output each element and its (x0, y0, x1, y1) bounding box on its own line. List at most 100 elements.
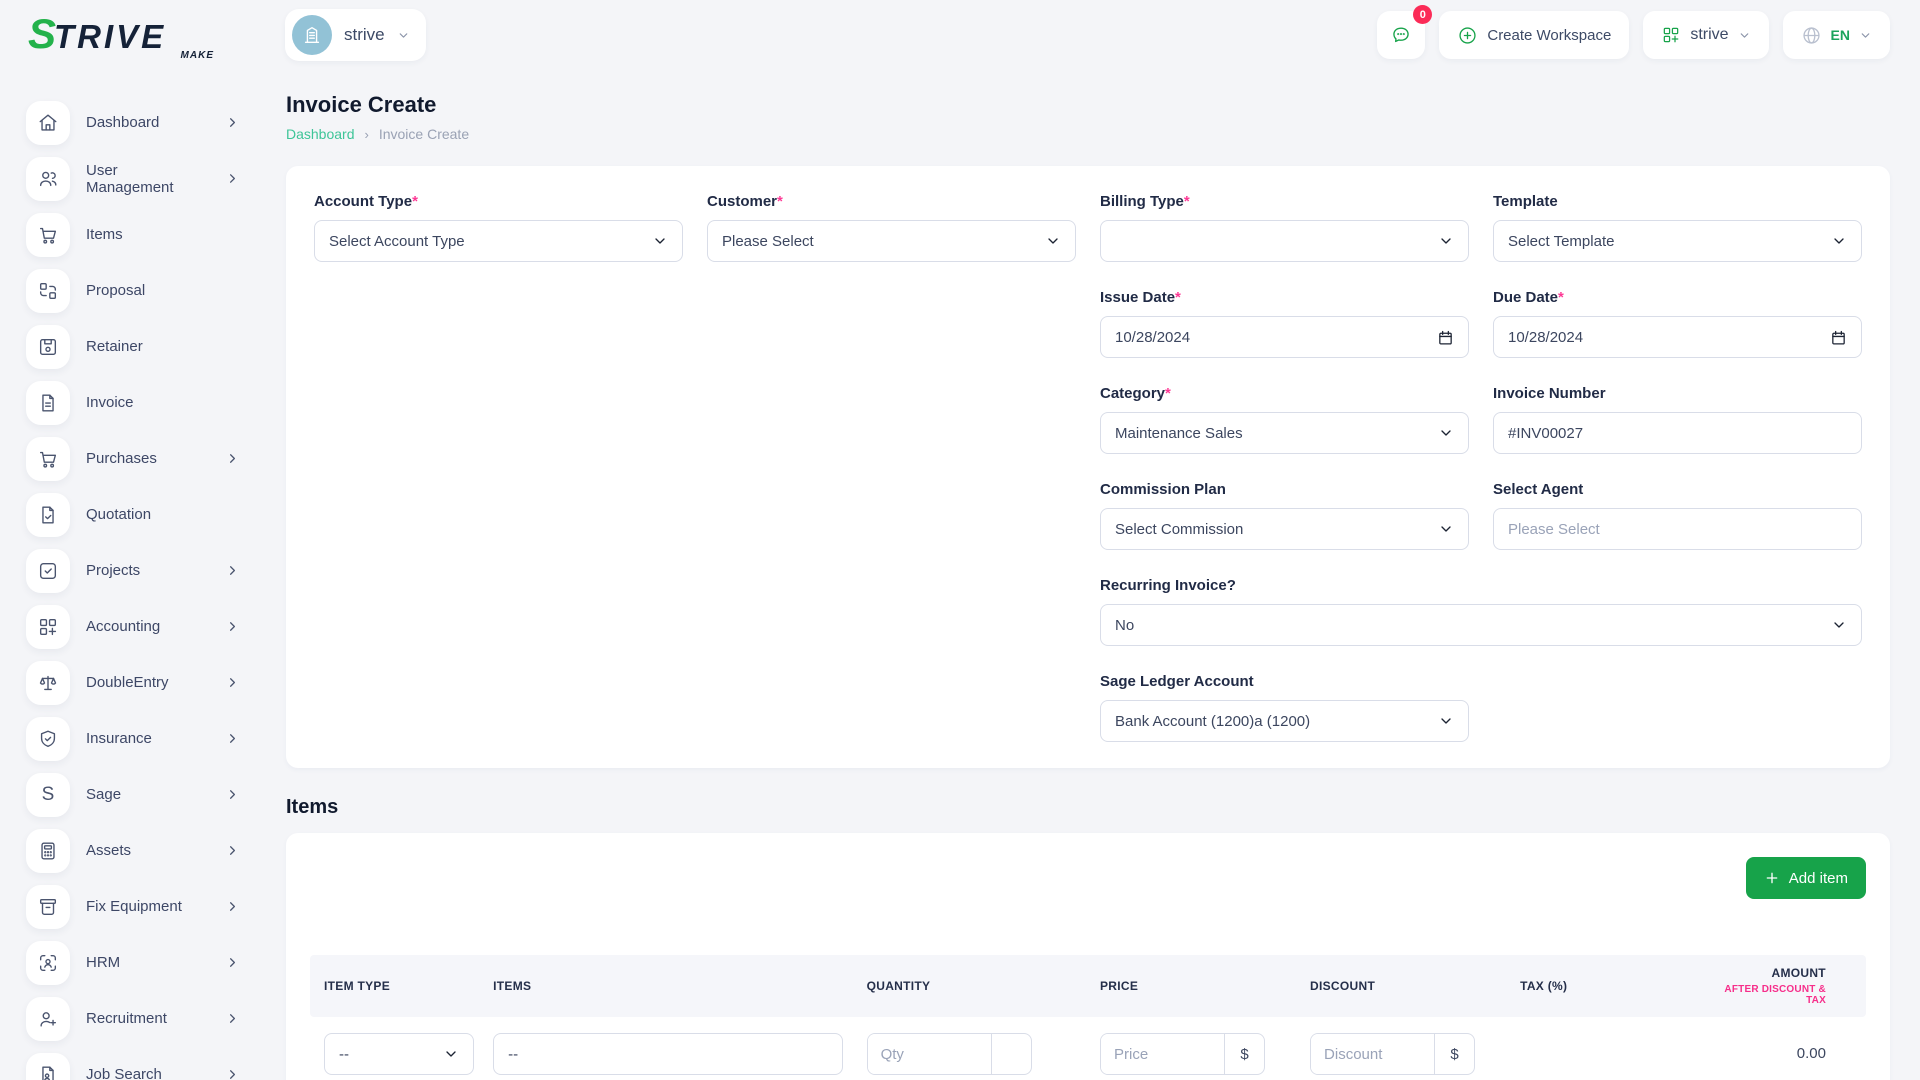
globe-icon (1801, 25, 1822, 46)
sidebar-item-items[interactable]: Items (26, 212, 240, 257)
sage-ledger-select[interactable]: Bank Account (1200)a (1200) (1100, 700, 1469, 742)
customer-label: Customer (707, 193, 777, 210)
sage-ledger-label: Sage Ledger Account (1100, 673, 1254, 690)
sidebar-item-label: Job Search (86, 1066, 162, 1080)
chevron-right-icon (225, 1067, 240, 1080)
chevron-down-icon (1831, 233, 1847, 249)
discount-input[interactable] (1311, 1034, 1434, 1074)
sidebar-item-sage[interactable]: S Sage (26, 772, 240, 817)
workspace-menu-button[interactable]: strive (1643, 11, 1768, 59)
account-type-field: Account Type* Select Account Type (314, 192, 683, 262)
invoice-form-card: Account Type* Select Account Type Custom… (286, 166, 1890, 768)
scale-icon (26, 661, 70, 705)
sidebar-item-purchases[interactable]: Purchases (26, 436, 240, 481)
create-workspace-label: Create Workspace (1487, 27, 1611, 44)
discount-input-group: $ (1310, 1033, 1475, 1075)
issue-date-input[interactable]: 10/28/2024 (1100, 316, 1469, 358)
quantity-input[interactable] (868, 1034, 991, 1074)
breadcrumb: Dashboard › Invoice Create (286, 126, 1890, 142)
sidebar-item-proposal[interactable]: Proposal (26, 268, 240, 313)
billing-type-label: Billing Type (1100, 193, 1184, 210)
sidebar-item-accounting[interactable]: Accounting (26, 604, 240, 649)
create-workspace-button[interactable]: Create Workspace (1439, 11, 1629, 59)
sidebar-item-label: Dashboard (86, 114, 159, 131)
select-agent-input[interactable] (1493, 508, 1862, 550)
discount-currency-addon: $ (1434, 1034, 1474, 1074)
sidebar-item-doubleentry[interactable]: DoubleEntry (26, 660, 240, 705)
col-price: PRICE (1088, 979, 1298, 993)
required-marker: * (1165, 385, 1171, 402)
sidebar-item-job-search[interactable]: Job Search (26, 1052, 240, 1080)
file-user-icon (26, 1053, 70, 1080)
chevron-down-icon (443, 1046, 459, 1062)
category-field: Category* Maintenance Sales (1100, 384, 1469, 454)
sidebar-item-user-management[interactable]: User Management (26, 156, 240, 201)
chevron-right-icon (225, 843, 240, 858)
items-card: Add item ITEM TYPE ITEMS QUANTITY PRICE … (286, 833, 1890, 1080)
chevron-down-icon (1859, 29, 1872, 42)
sidebar-item-label: Items (86, 226, 123, 243)
price-currency-addon: $ (1224, 1034, 1264, 1074)
add-item-button[interactable]: Add item (1746, 857, 1866, 899)
sidebar-item-label: Retainer (86, 338, 143, 355)
chevron-down-icon (652, 233, 668, 249)
sidebar-item-fix-equipment[interactable]: Fix Equipment (26, 884, 240, 929)
logo-text: STRIVE (28, 10, 270, 58)
sidebar-item-invoice[interactable]: Invoice (26, 380, 240, 425)
category-select[interactable]: Maintenance Sales (1100, 412, 1469, 454)
invoice-number-input[interactable] (1493, 412, 1862, 454)
sidebar-item-dashboard[interactable]: Dashboard (26, 100, 240, 145)
chevron-down-icon (1438, 233, 1454, 249)
shuffle-squares-icon (26, 269, 70, 313)
chevron-right-icon (225, 1011, 240, 1026)
messages-button[interactable]: 0 (1377, 11, 1425, 59)
row-amount: 0.00 (1707, 1033, 1826, 1062)
commission-plan-value: Select Commission (1115, 521, 1243, 538)
sidebar-item-recruitment[interactable]: Recruitment (26, 996, 240, 1041)
chevron-right-icon (225, 955, 240, 970)
due-date-input[interactable]: 10/28/2024 (1493, 316, 1862, 358)
invoice-number-label: Invoice Number (1493, 385, 1606, 402)
template-field: Template Select Template (1493, 192, 1862, 262)
recurring-invoice-field: Recurring Invoice? No (1100, 576, 1862, 646)
workspace-switcher[interactable]: strive (285, 9, 426, 61)
item-type-select[interactable]: -- (324, 1033, 474, 1075)
breadcrumb-dashboard-link[interactable]: Dashboard (286, 126, 355, 142)
invoice-number-field: Invoice Number (1493, 384, 1862, 454)
language-selector[interactable]: EN (1783, 11, 1890, 59)
commission-plan-select[interactable]: Select Commission (1100, 508, 1469, 550)
plus-icon (1764, 870, 1780, 886)
cart-icon (26, 437, 70, 481)
customer-field: Customer* Please Select (707, 192, 1076, 262)
col-amount-note: AFTER DISCOUNT & TAX (1707, 984, 1826, 1006)
chevron-down-icon (1438, 521, 1454, 537)
sidebar-item-quotation[interactable]: Quotation (26, 492, 240, 537)
billing-type-field: Billing Type* (1100, 192, 1469, 262)
col-amount-title: AMOUNT (1771, 966, 1825, 980)
recurring-invoice-select[interactable]: No (1100, 604, 1862, 646)
chevron-down-icon (1738, 29, 1751, 42)
tax-cell (1508, 1033, 1695, 1075)
chevron-right-icon (225, 619, 240, 634)
calculator-icon (26, 829, 70, 873)
sidebar-item-assets[interactable]: Assets (26, 828, 240, 873)
template-value: Select Template (1508, 233, 1614, 250)
billing-type-select[interactable] (1100, 220, 1469, 262)
sidebar-item-projects[interactable]: Projects (26, 548, 240, 593)
account-type-label: Account Type (314, 193, 412, 210)
required-marker: * (1175, 289, 1181, 306)
sidebar-item-insurance[interactable]: Insurance (26, 716, 240, 761)
select-agent-field: Select Agent (1493, 480, 1862, 550)
account-type-value: Select Account Type (329, 233, 465, 250)
customer-select[interactable]: Please Select (707, 220, 1076, 262)
items-section-heading: Items (286, 796, 1890, 819)
sidebar-nav: Dashboard User Management Items Proposal… (0, 70, 270, 1080)
sidebar-item-hrm[interactable]: HRM (26, 940, 240, 985)
account-type-select[interactable]: Select Account Type (314, 220, 683, 262)
sidebar-item-retainer[interactable]: Retainer (26, 324, 240, 369)
item-name-input[interactable] (493, 1033, 842, 1075)
sidebar-item-label: User Management (86, 162, 209, 196)
template-select[interactable]: Select Template (1493, 220, 1862, 262)
price-input[interactable] (1101, 1034, 1224, 1074)
app-logo[interactable]: STRIVE MAKE (28, 10, 270, 61)
